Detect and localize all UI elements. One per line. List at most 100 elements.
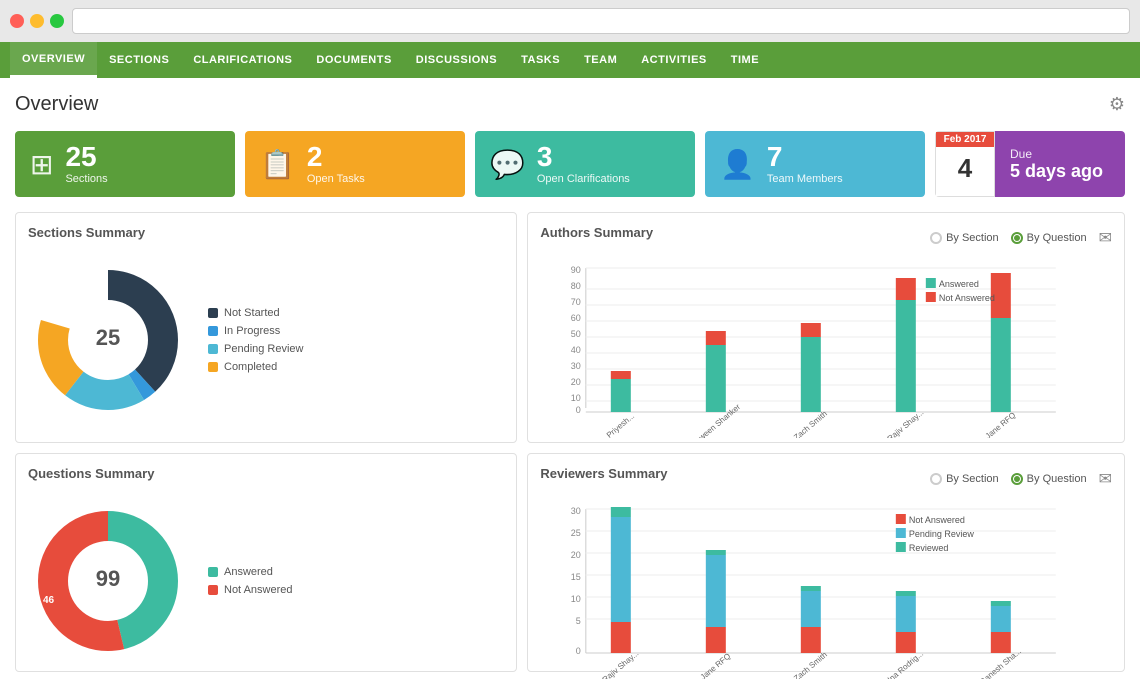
- svg-text:0: 0: [576, 405, 581, 415]
- sections-summary-title: Sections Summary: [28, 225, 504, 240]
- svg-text:Ina Rodrig...: Ina Rodrig...: [886, 649, 925, 679]
- svg-text:Reviewed: Reviewed: [909, 543, 949, 553]
- page-title: Overview: [15, 93, 98, 116]
- svg-text:15: 15: [571, 572, 581, 582]
- team-label: Team Members: [767, 173, 843, 185]
- svg-text:Pending Review: Pending Review: [909, 529, 975, 539]
- authors-chart-header: Authors Summary By Section By Question ✉: [540, 225, 1112, 250]
- nav-team[interactable]: TEAM: [572, 42, 629, 78]
- svg-text:25: 25: [571, 528, 581, 538]
- reviewers-chart-svg: 30 25 20 15 10 5 0: [540, 499, 1112, 679]
- nav-clarifications[interactable]: CLARIFICATIONS: [181, 42, 304, 78]
- svg-text:70: 70: [571, 297, 581, 307]
- svg-text:80: 80: [571, 281, 581, 291]
- due-label: Due: [1010, 147, 1110, 161]
- due-calendar: Feb 2017 4: [935, 131, 995, 197]
- nav-activities[interactable]: ACTIVITIES: [629, 42, 719, 78]
- main-content: Overview ⚙ ⊞ 25 Sections 📋 2 Open Tasks …: [0, 78, 1140, 697]
- nav-documents[interactable]: DOCUMENTS: [304, 42, 403, 78]
- traffic-lights: [10, 14, 64, 28]
- authors-by-section[interactable]: By Section: [930, 232, 999, 244]
- svg-text:5: 5: [576, 616, 581, 626]
- svg-text:Not Answered: Not Answered: [909, 515, 965, 525]
- svg-text:90: 90: [571, 265, 581, 275]
- by-question-radio[interactable]: [1011, 232, 1023, 244]
- reviewers-chart-header: Reviewers Summary By Section By Question…: [540, 466, 1112, 491]
- svg-text:60: 60: [571, 313, 581, 323]
- authors-summary-panel: Authors Summary By Section By Question ✉: [527, 212, 1125, 443]
- clarifications-number: 3: [537, 143, 630, 171]
- svg-text:Not Answered: Not Answered: [939, 293, 995, 303]
- svg-text:10: 10: [571, 393, 581, 403]
- legend-pending-review: Pending Review: [208, 343, 304, 355]
- page-header: Overview ⚙: [15, 93, 1125, 116]
- svg-text:10: 10: [571, 594, 581, 604]
- nav-overview[interactable]: OVERVIEW: [10, 42, 97, 78]
- svg-text:30: 30: [571, 361, 581, 371]
- svg-text:Answered: Answered: [939, 279, 979, 289]
- questions-summary-panel: Questions Summary 99 Answered: [15, 453, 517, 672]
- settings-button[interactable]: ⚙: [1109, 94, 1125, 115]
- due-card: Feb 2017 4 Due 5 days ago: [935, 131, 1125, 197]
- questions-donut-container: 99 Answered Not Answered: [28, 491, 504, 671]
- sections-number: 25: [65, 143, 107, 171]
- due-day: 4: [948, 147, 982, 190]
- tasks-number: 2: [307, 143, 365, 171]
- questions-summary-title: Questions Summary: [28, 466, 504, 481]
- sections-legend: Not Started In Progress Pending Review C…: [208, 307, 304, 373]
- authors-summary-title: Authors Summary: [540, 225, 653, 240]
- reviewers-bar-chart: 30 25 20 15 10 5 0: [540, 499, 1112, 659]
- rev-by-section-radio[interactable]: [930, 473, 942, 485]
- nav-tasks[interactable]: TASKS: [509, 42, 572, 78]
- tasks-card: 📋 2 Open Tasks: [245, 131, 465, 197]
- svg-text:40: 40: [571, 345, 581, 355]
- by-section-radio[interactable]: [930, 232, 942, 244]
- sections-summary-panel: Sections Summary 25 Not Started: [15, 212, 517, 443]
- close-button[interactable]: [10, 14, 24, 28]
- reviewers-by-question[interactable]: By Question: [1011, 473, 1087, 485]
- reviewers-by-section[interactable]: By Section: [930, 473, 999, 485]
- due-info: Due 5 days ago: [995, 131, 1125, 197]
- authors-mail-button[interactable]: ✉: [1099, 228, 1112, 248]
- legend-not-answered: Not Answered: [208, 584, 292, 596]
- authors-by-question[interactable]: By Question: [1011, 232, 1087, 244]
- nav-sections[interactable]: SECTIONS: [97, 42, 181, 78]
- authors-radio-group: By Section By Question: [930, 232, 1087, 244]
- svg-text:Jane RFQ: Jane RFQ: [984, 410, 1018, 438]
- team-card: 👤 7 Team Members: [705, 131, 925, 197]
- sections-donut-chart: 25: [28, 260, 188, 420]
- legend-completed: Completed: [208, 361, 304, 373]
- url-bar[interactable]: [72, 8, 1130, 34]
- minimize-button[interactable]: [30, 14, 44, 28]
- svg-text:Zach Smith: Zach Smith: [792, 409, 829, 438]
- svg-text:Jane RFQ: Jane RFQ: [699, 651, 733, 679]
- svg-text:Priyesh...: Priyesh...: [605, 411, 636, 438]
- nav-discussions[interactable]: DISCUSSIONS: [404, 42, 509, 78]
- due-month: Feb 2017: [936, 132, 994, 147]
- clarifications-label: Open Clarifications: [537, 173, 630, 185]
- nav-time[interactable]: TIME: [719, 42, 771, 78]
- sections-label: Sections: [65, 173, 107, 185]
- titlebar: [0, 0, 1140, 42]
- rev-by-question-radio[interactable]: [1011, 473, 1023, 485]
- sections-icon: ⊞: [30, 148, 53, 181]
- svg-text:50: 50: [571, 329, 581, 339]
- maximize-button[interactable]: [50, 14, 64, 28]
- due-value: 5 days ago: [1010, 161, 1110, 182]
- team-icon: 👤: [720, 148, 755, 181]
- svg-text:99: 99: [96, 566, 120, 591]
- svg-text:0: 0: [576, 646, 581, 656]
- clarifications-icon: 💬: [490, 148, 525, 181]
- reviewers-mail-button[interactable]: ✉: [1099, 469, 1112, 489]
- sections-card: ⊞ 25 Sections: [15, 131, 235, 197]
- tasks-icon: 📋: [260, 148, 295, 181]
- reviewers-radio-group: By Section By Question: [930, 473, 1087, 485]
- nav-bar: OVERVIEW SECTIONS CLARIFICATIONS DOCUMEN…: [0, 42, 1140, 78]
- reviewers-summary-panel: Reviewers Summary By Section By Question…: [527, 453, 1125, 672]
- legend-answered: Answered: [208, 566, 292, 578]
- questions-donut-chart: 99: [28, 501, 188, 661]
- svg-text:Zach Smith: Zach Smith: [792, 650, 829, 679]
- stat-cards-row: ⊞ 25 Sections 📋 2 Open Tasks 💬 3 Open Cl…: [15, 131, 1125, 197]
- authors-chart-svg: 90 80 70 60 50 40 30 20 10 0: [540, 258, 1112, 438]
- questions-legend: Answered Not Answered: [208, 566, 292, 596]
